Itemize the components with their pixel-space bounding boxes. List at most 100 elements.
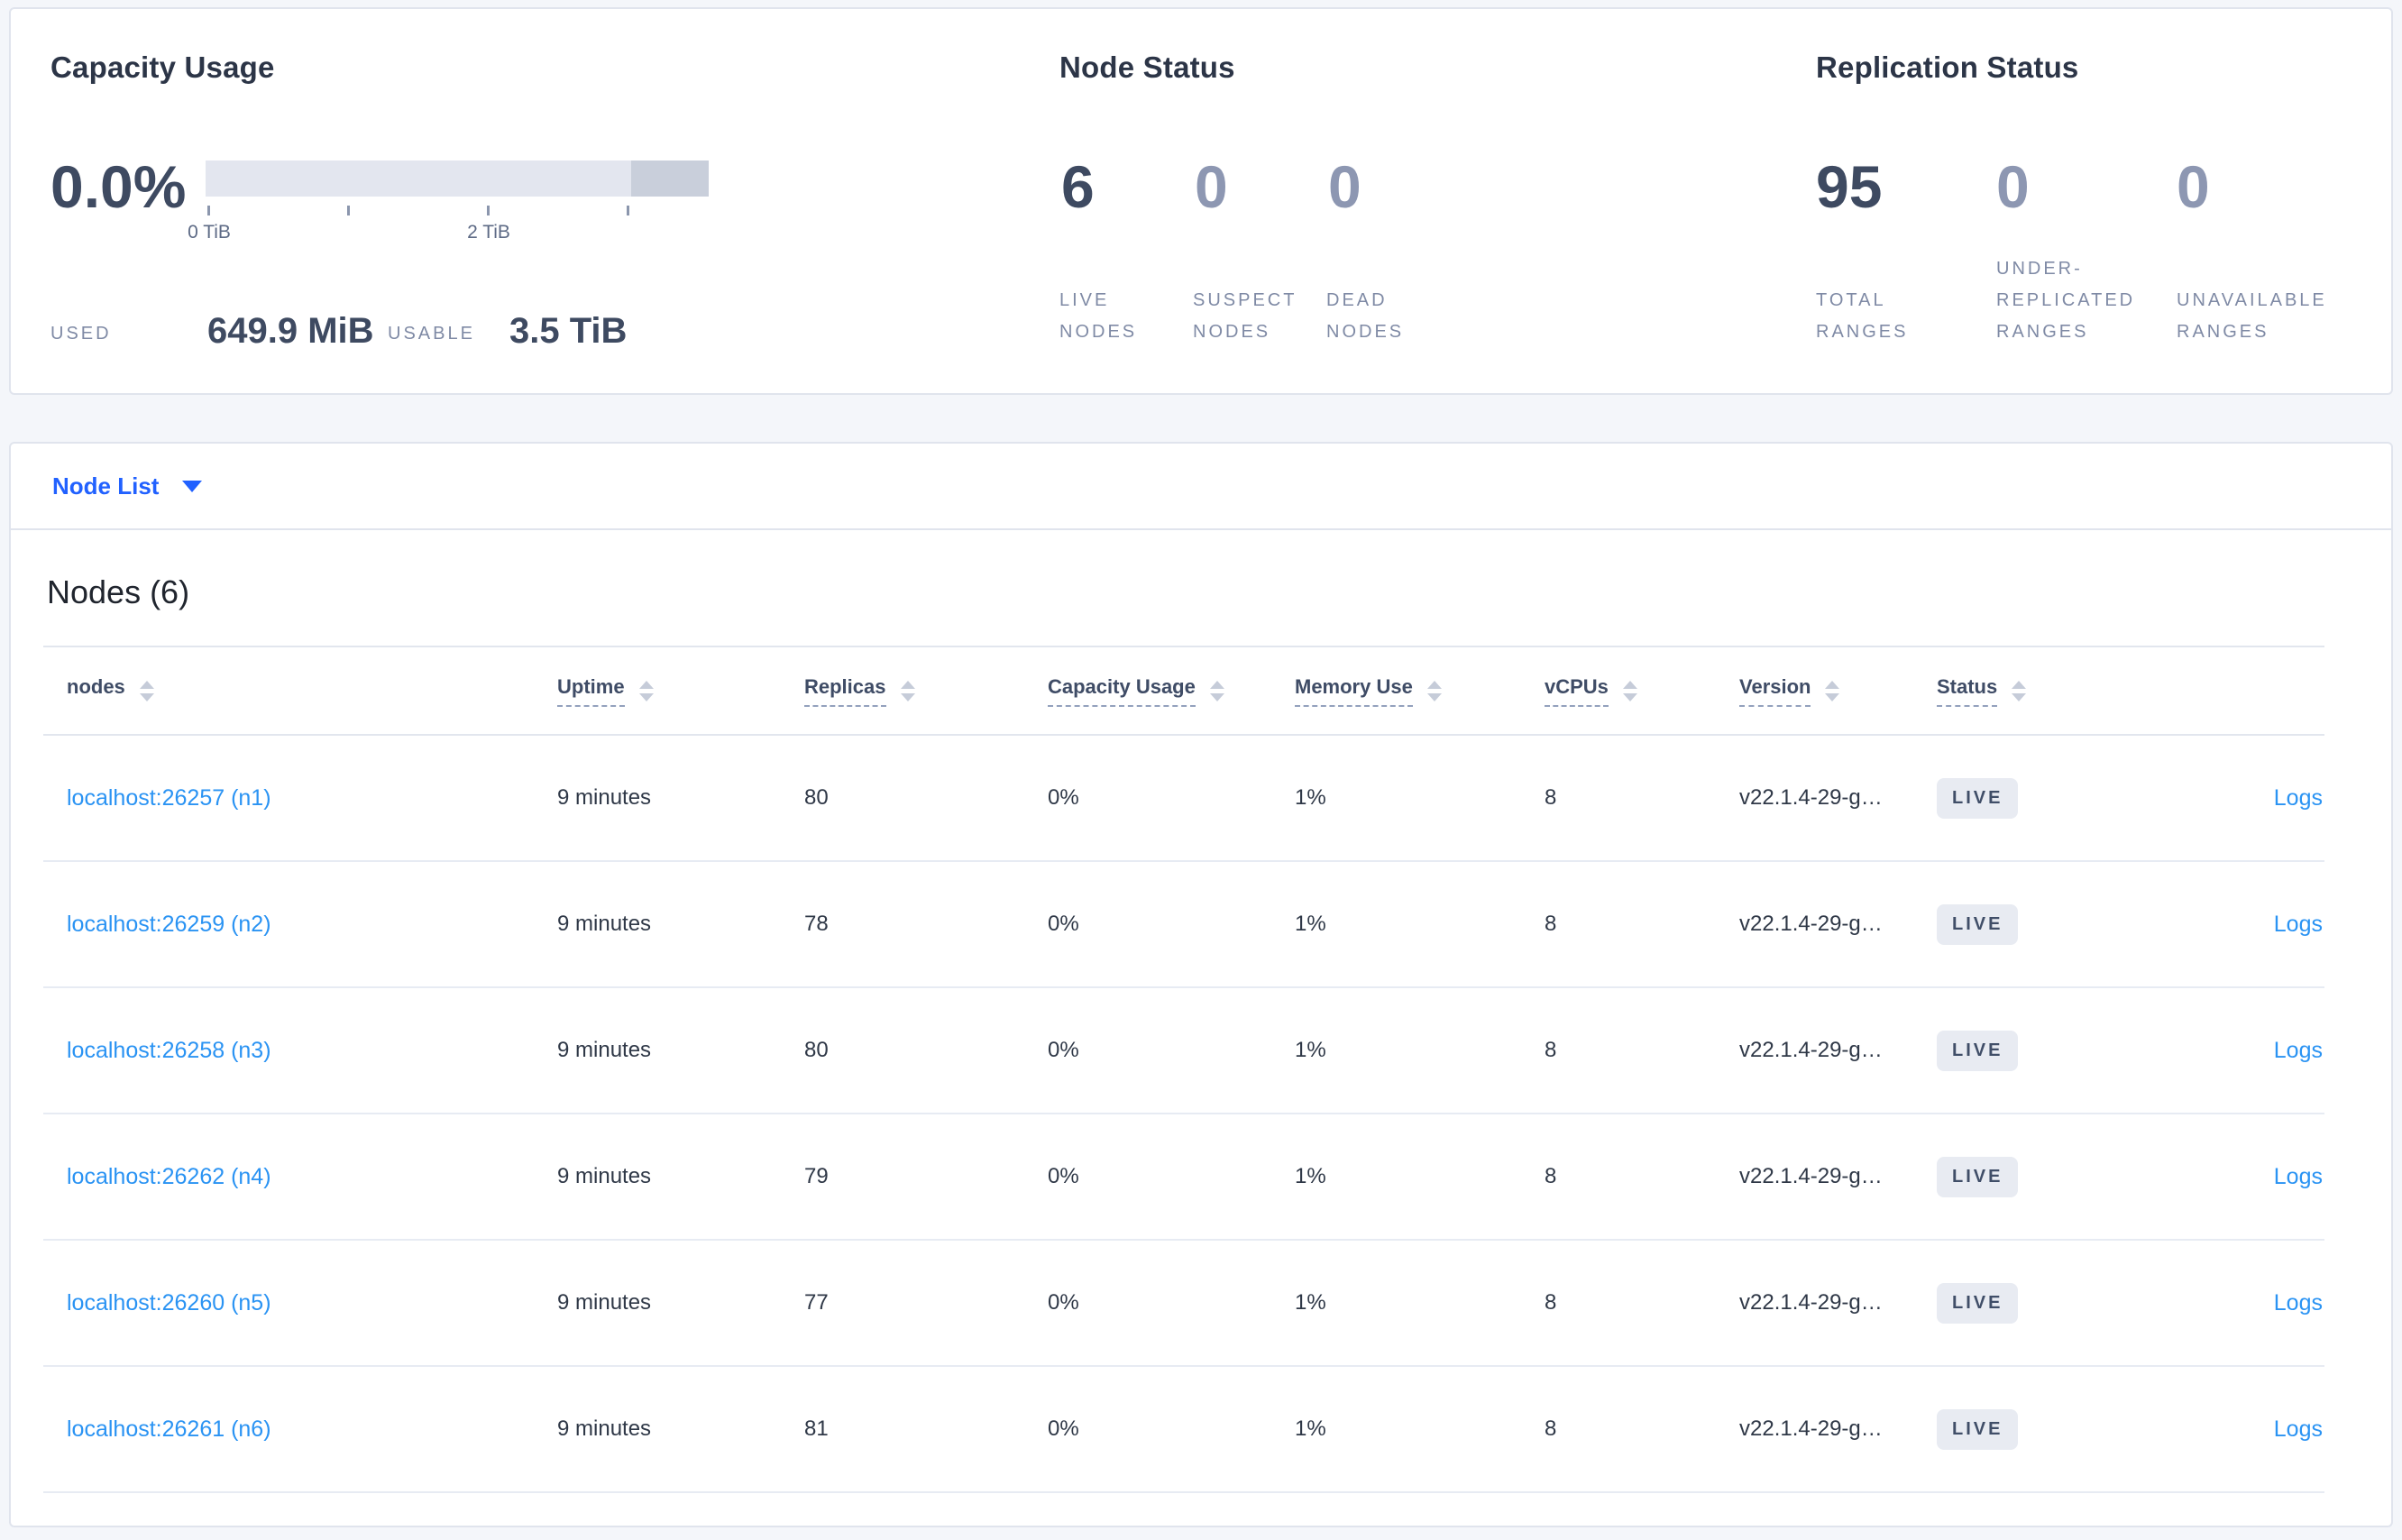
vcpus-cell: 8 xyxy=(1521,1240,1716,1367)
capacity-cell: 0% xyxy=(1024,987,1271,1114)
uptime-cell: 9 minutes xyxy=(534,861,781,988)
table-row: localhost:26261 (n6) 9 minutes 81 0% 1% … xyxy=(43,1366,2324,1493)
axis-tick xyxy=(487,206,490,215)
status-badge: LIVE xyxy=(1937,777,2019,819)
total-ranges-label: TOTAL RANGES xyxy=(1816,290,1909,342)
capacity-cell: 0% xyxy=(1024,735,1271,862)
uptime-cell: 9 minutes xyxy=(534,1240,781,1367)
uptime-cell: 9 minutes xyxy=(534,987,781,1114)
column-header-uptime[interactable]: Uptime xyxy=(534,646,781,736)
table-row: localhost:26259 (n2) 9 minutes 78 0% 1% … xyxy=(43,861,2324,988)
sort-icon xyxy=(1209,680,1224,701)
sort-icon xyxy=(1426,680,1442,701)
view-selector-bar: Node List xyxy=(9,442,2393,530)
sort-icon xyxy=(900,680,915,701)
table-row: localhost:26262 (n4) 9 minutes 79 0% 1% … xyxy=(43,1114,2324,1241)
version-cell: v22.1.4-29-g… xyxy=(1716,861,1913,988)
axis-tick xyxy=(627,206,629,215)
replicas-cell: 78 xyxy=(781,861,1024,988)
capacity-usage-bar xyxy=(206,160,709,197)
memory-cell: 1% xyxy=(1271,1366,1521,1493)
node-status-title: Node Status xyxy=(1059,50,1235,84)
table-header-row: nodes Uptime Replicas Capacity Usage Mem… xyxy=(43,646,2324,736)
dead-nodes-count: 0 xyxy=(1328,153,1361,220)
column-header-version[interactable]: Version xyxy=(1716,646,1913,736)
cluster-summary-card: Capacity Usage 0.0% 0 TiB 2 TiB USED 649… xyxy=(9,7,2393,395)
column-header-status[interactable]: Status xyxy=(1913,646,2104,736)
logs-link[interactable]: Logs xyxy=(2274,785,2323,811)
live-nodes-label: LIVE NODES xyxy=(1059,290,1138,342)
suspect-nodes-count: 0 xyxy=(1195,153,1228,220)
axis-tick xyxy=(207,206,210,215)
capacity-cell: 0% xyxy=(1024,1240,1271,1367)
column-header-logs xyxy=(2104,646,2324,736)
vcpus-cell: 8 xyxy=(1521,987,1716,1114)
axis-tick-label: 0 TiB xyxy=(188,222,231,243)
node-link[interactable]: localhost:26261 (n6) xyxy=(67,1416,271,1442)
table-row: localhost:26257 (n1) 9 minutes 80 0% 1% … xyxy=(43,735,2324,862)
node-link[interactable]: localhost:26257 (n1) xyxy=(67,785,271,811)
logs-link[interactable]: Logs xyxy=(2274,1416,2323,1442)
vcpus-cell: 8 xyxy=(1521,735,1716,862)
logs-link[interactable]: Logs xyxy=(2274,1290,2323,1315)
replicas-cell: 80 xyxy=(781,987,1024,1114)
axis-tick xyxy=(347,206,350,215)
usable-label: USABLE xyxy=(388,324,475,344)
column-header-memory-use[interactable]: Memory Use xyxy=(1271,646,1521,736)
column-header-capacity-usage[interactable]: Capacity Usage xyxy=(1024,646,1271,736)
dead-nodes-label: DEAD NODES xyxy=(1326,290,1405,342)
status-badge: LIVE xyxy=(1937,1282,2019,1324)
node-link[interactable]: localhost:26260 (n5) xyxy=(67,1290,271,1315)
node-link[interactable]: localhost:26259 (n2) xyxy=(67,912,271,937)
chevron-down-icon xyxy=(182,480,203,492)
replicas-cell: 77 xyxy=(781,1240,1024,1367)
live-nodes-count: 6 xyxy=(1061,153,1095,220)
capacity-usable-segment xyxy=(631,160,709,197)
replicas-cell: 80 xyxy=(781,735,1024,862)
sort-icon xyxy=(1622,680,1637,701)
logs-link[interactable]: Logs xyxy=(2274,912,2323,937)
unavailable-ranges-label: UNAVAILABLE RANGES xyxy=(2177,290,2327,342)
sort-icon xyxy=(638,680,654,701)
node-list-dropdown-label: Node List xyxy=(52,472,160,500)
node-link[interactable]: localhost:26262 (n4) xyxy=(67,1164,271,1189)
sort-icon xyxy=(2012,680,2027,701)
uptime-cell: 9 minutes xyxy=(534,735,781,862)
version-cell: v22.1.4-29-g… xyxy=(1716,1366,1913,1493)
logs-link[interactable]: Logs xyxy=(2274,1038,2323,1063)
nodes-table: nodes Uptime Replicas Capacity Usage Mem… xyxy=(43,646,2324,1493)
under-replicated-ranges-count: 0 xyxy=(1996,153,2030,220)
total-ranges-count: 95 xyxy=(1816,153,1883,220)
column-header-nodes[interactable]: nodes xyxy=(43,646,534,736)
capacity-cell: 0% xyxy=(1024,1114,1271,1241)
unavailable-ranges-count: 0 xyxy=(2177,153,2210,220)
column-header-replicas[interactable]: Replicas xyxy=(781,646,1024,736)
replicas-cell: 81 xyxy=(781,1366,1024,1493)
used-value: 649.9 MiB xyxy=(207,311,374,351)
uptime-cell: 9 minutes xyxy=(534,1366,781,1493)
version-cell: v22.1.4-29-g… xyxy=(1716,1114,1913,1241)
suspect-nodes-label: SUSPECT NODES xyxy=(1193,290,1297,342)
vcpus-cell: 8 xyxy=(1521,1114,1716,1241)
table-row: localhost:26260 (n5) 9 minutes 77 0% 1% … xyxy=(43,1240,2324,1367)
memory-cell: 1% xyxy=(1271,735,1521,862)
vcpus-cell: 8 xyxy=(1521,861,1716,988)
usable-value: 3.5 TiB xyxy=(509,311,628,351)
node-link[interactable]: localhost:26258 (n3) xyxy=(67,1038,271,1063)
nodes-count-title: Nodes (6) xyxy=(47,573,190,610)
status-badge: LIVE xyxy=(1937,903,2019,945)
sort-icon xyxy=(139,680,154,701)
logs-link[interactable]: Logs xyxy=(2274,1164,2323,1189)
under-replicated-ranges-label: UNDER- REPLICATED RANGES xyxy=(1996,259,2136,342)
version-cell: v22.1.4-29-g… xyxy=(1716,1240,1913,1367)
replication-status-title: Replication Status xyxy=(1816,50,2079,84)
capacity-cell: 0% xyxy=(1024,1366,1271,1493)
memory-cell: 1% xyxy=(1271,987,1521,1114)
capacity-usage-percent: 0.0% xyxy=(50,153,187,220)
column-header-vcpus[interactable]: vCPUs xyxy=(1521,646,1716,736)
version-cell: v22.1.4-29-g… xyxy=(1716,735,1913,862)
status-badge: LIVE xyxy=(1937,1408,2019,1450)
version-cell: v22.1.4-29-g… xyxy=(1716,987,1913,1114)
table-row: localhost:26258 (n3) 9 minutes 80 0% 1% … xyxy=(43,987,2324,1114)
node-list-dropdown[interactable]: Node List xyxy=(52,472,203,500)
